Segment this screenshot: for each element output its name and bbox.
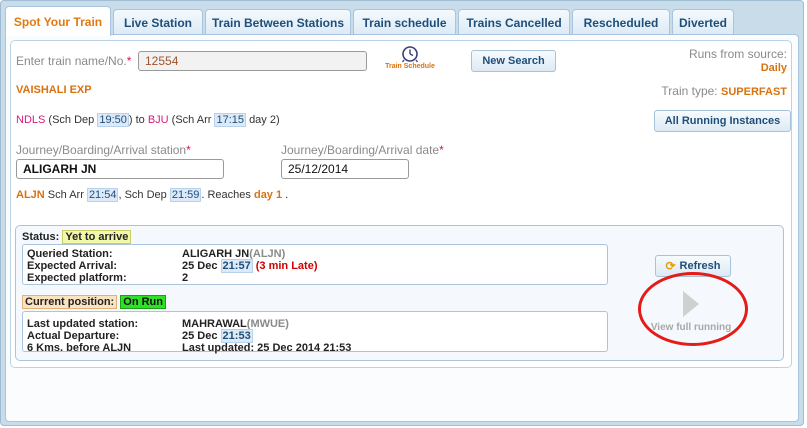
runs-value: Daily xyxy=(760,62,787,74)
train-schedule-link-label: Train Schedule xyxy=(385,63,435,70)
last-station-label: Last updated station: xyxy=(27,318,139,330)
all-running-instances-button[interactable]: All Running Instances xyxy=(654,110,791,132)
journey-date-label: Journey/Boarding/Arrival date* xyxy=(281,143,444,157)
last-updated-text: Last updated: 25 Dec 2014 21:53 xyxy=(182,342,352,354)
train-schedule-link[interactable]: Train Schedule xyxy=(384,45,436,70)
new-search-button[interactable]: New Search xyxy=(471,50,556,72)
runs-label: Runs from source: xyxy=(688,47,787,61)
train-search-label: Enter train name/No.* xyxy=(16,54,132,68)
current-position-header: Current position: On Run xyxy=(22,295,166,309)
actual-departure-value: 25 Dec 21:53 xyxy=(182,329,253,343)
to-station-code: BJU xyxy=(147,114,169,126)
tab-live-station[interactable]: Live Station xyxy=(113,9,203,35)
expected-platform-value: 2 xyxy=(182,272,189,284)
train-number-input[interactable] xyxy=(138,51,367,71)
tab-train-between-stations[interactable]: Train Between Stations xyxy=(205,9,351,35)
tab-spot-your-train[interactable]: Spot Your Train xyxy=(5,6,111,36)
on-run-badge: On Run xyxy=(120,295,166,309)
current-position-box: Last updated station: MAHRAWAL(MWUE) Act… xyxy=(22,311,608,354)
status-badge: Yet to arrive xyxy=(62,230,132,244)
kms-before-text: 6 Kms. before ALJN xyxy=(27,342,132,354)
tab-rescheduled[interactable]: Rescheduled xyxy=(572,9,670,35)
route-info: NDLS (Sch Dep 19:50) to BJU (Sch Arr 17:… xyxy=(16,113,280,127)
sch-dep-time: 19:50 xyxy=(97,113,129,127)
station-dep-time: 21:59 xyxy=(169,188,202,202)
station-arr-time: 21:54 xyxy=(86,188,119,202)
tab-train-schedule[interactable]: Train schedule xyxy=(353,9,456,35)
tab-panel: Enter train name/No.* Train Schedule New… xyxy=(5,34,799,422)
journey-station-label: Journey/Boarding/Arrival station* xyxy=(16,143,191,157)
refresh-icon: ⟳ xyxy=(665,259,676,273)
actual-departure-label: Actual Departure: xyxy=(27,330,120,342)
journey-date-input[interactable] xyxy=(281,159,409,179)
queried-station-label: Queried Station: xyxy=(27,248,113,260)
station-schedule-info: ALJN Sch Arr 21:54, Sch Dep 21:59. Reach… xyxy=(16,188,289,202)
queried-station-box: Queried Station: ALIGARH JN(ALJN) Expect… xyxy=(22,244,608,285)
train-type: Train type: SUPERFAST xyxy=(661,84,787,98)
from-station-code: NDLS xyxy=(16,114,46,126)
tab-trains-cancelled[interactable]: Trains Cancelled xyxy=(458,9,570,35)
reach-day: day 1 xyxy=(253,189,283,201)
tab-diverted[interactable]: Diverted xyxy=(672,9,734,35)
status-header: Status: Yet to arrive xyxy=(22,230,132,244)
expected-platform-label: Expected platform: xyxy=(27,272,127,284)
highlight-circle xyxy=(638,272,748,346)
expected-arrival-label: Expected Arrival: xyxy=(27,260,118,272)
train-name: VAISHALI EXP xyxy=(16,84,92,96)
station-code: ALJN xyxy=(16,189,45,201)
sch-arr-time: 17:15 xyxy=(214,113,246,127)
late-indicator: (3 min Late) xyxy=(255,260,318,272)
app-frame: Spot Your Train Live Station Train Betwe… xyxy=(0,0,804,426)
expected-arrival-value: 25 Dec 21:57 (3 min Late) xyxy=(182,259,318,273)
clock-icon xyxy=(401,46,419,63)
refresh-label: Refresh xyxy=(679,260,721,272)
runs-from-source: Runs from source: Daily xyxy=(689,47,787,75)
journey-station-input[interactable] xyxy=(16,159,224,179)
